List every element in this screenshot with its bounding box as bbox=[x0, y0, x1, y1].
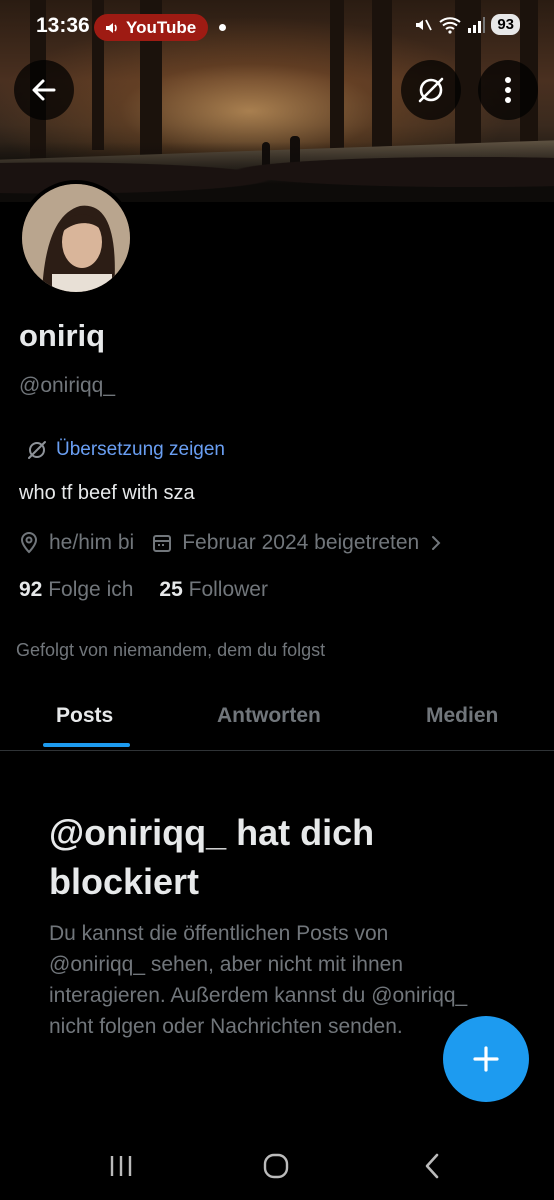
more-vertical-icon bbox=[505, 77, 511, 103]
chevron-right-icon bbox=[432, 536, 441, 550]
tab-media[interactable]: Medien bbox=[426, 704, 498, 728]
youtube-chip-label: YouTube bbox=[126, 17, 197, 37]
avatar-portrait bbox=[22, 184, 130, 292]
followers-count: 25 bbox=[159, 578, 183, 601]
recent-apps-button[interactable] bbox=[101, 1146, 141, 1186]
profile-tabs: Posts Antworten Medien bbox=[0, 690, 554, 751]
wifi-icon bbox=[439, 16, 461, 34]
profile-name: oniriq bbox=[19, 318, 106, 353]
location-pin-icon bbox=[20, 532, 38, 554]
blocked-title: @oniriqq_ hat dich blockiert bbox=[49, 812, 375, 902]
followed-by-text: Gefolgt von niemandem, dem du folgst bbox=[16, 640, 326, 660]
active-tab-indicator bbox=[43, 743, 130, 747]
youtube-chip[interactable]: YouTube bbox=[94, 14, 209, 41]
profile-bio: who tf beef with sza bbox=[19, 482, 195, 504]
status-icons: 93 bbox=[413, 14, 520, 35]
translate-icon bbox=[418, 77, 444, 103]
profile-meta: he/him bi Februar 2024 beigetreten bbox=[19, 531, 443, 555]
back-button[interactable] bbox=[14, 60, 74, 120]
status-time: 13:36 bbox=[36, 14, 90, 37]
following-link[interactable]: 92 Folge ich bbox=[19, 578, 133, 602]
profile-handle: @oniriqq_ bbox=[19, 374, 116, 397]
followers-link[interactable]: 25 Follower bbox=[159, 578, 268, 602]
blocked-description: Du kannst die öffentlichen Posts von @on… bbox=[49, 922, 468, 1038]
tab-replies[interactable]: Antworten bbox=[217, 704, 321, 728]
mute-icon bbox=[416, 19, 433, 30]
follow-counts: 92 Folge ich 25 Follower bbox=[19, 578, 268, 602]
translate-icon bbox=[28, 441, 46, 459]
home-icon bbox=[263, 1153, 289, 1179]
translate-button[interactable] bbox=[401, 60, 461, 120]
tab-posts[interactable]: Posts bbox=[56, 704, 113, 728]
notification-dot bbox=[219, 24, 226, 31]
system-back-button[interactable] bbox=[412, 1146, 452, 1186]
back-chevron-icon bbox=[425, 1153, 439, 1179]
avatar[interactable] bbox=[18, 180, 134, 296]
plus-icon bbox=[473, 1046, 499, 1072]
show-translation-label: Übersetzung zeigen bbox=[56, 439, 225, 460]
followers-label: Follower bbox=[188, 578, 268, 601]
speaker-icon bbox=[106, 22, 117, 33]
recent-apps-icon bbox=[110, 1156, 132, 1176]
system-nav-bar bbox=[0, 1128, 554, 1200]
home-button[interactable] bbox=[256, 1146, 296, 1186]
joined-label: Februar 2024 beigetreten bbox=[182, 531, 420, 554]
more-button[interactable] bbox=[478, 60, 538, 120]
location-label: he/him bi bbox=[49, 531, 135, 554]
arrow-left-icon bbox=[32, 79, 56, 101]
show-translation-link[interactable]: Übersetzung zeigen bbox=[26, 439, 225, 461]
location-item: he/him bi bbox=[19, 531, 134, 555]
following-count: 92 bbox=[19, 578, 43, 601]
compose-button[interactable] bbox=[443, 1016, 529, 1102]
following-label: Folge ich bbox=[48, 578, 134, 601]
battery-indicator: 93 bbox=[491, 14, 520, 35]
calendar-icon bbox=[153, 535, 172, 552]
joined-item[interactable]: Februar 2024 beigetreten bbox=[152, 531, 443, 555]
signal-icon bbox=[468, 16, 486, 33]
status-bar: 13:36 YouTube 93 bbox=[0, 0, 554, 56]
